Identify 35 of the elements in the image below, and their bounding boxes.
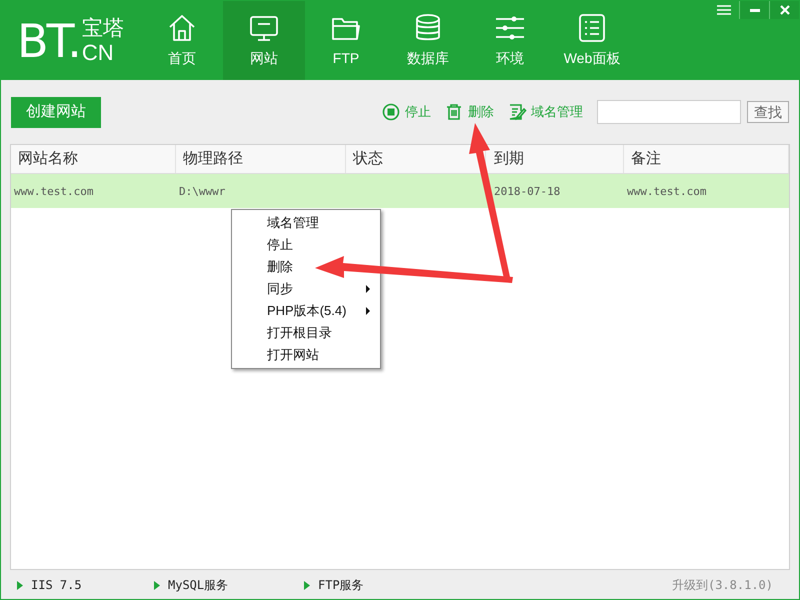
update-link[interactable]: 升级到(3.8.1.0) [672, 576, 773, 594]
menu-item[interactable]: 删除 [232, 256, 380, 278]
table-cell: www.test.com [14, 185, 94, 198]
menu-item[interactable]: PHP版本(5.4) [232, 300, 380, 322]
logo-text: CN [82, 40, 114, 64]
service-status: IIS 7.5 [31, 577, 82, 594]
nav-tab[interactable]: FTP [305, 1, 387, 80]
search-button[interactable]: 查找 [747, 101, 789, 123]
table-cell: www.test.com [627, 185, 706, 198]
menu-item[interactable]: 打开网站 [232, 344, 380, 366]
menu-item[interactable]: 停止 [232, 234, 380, 256]
nav-tab[interactable]: 数据库 [387, 1, 469, 80]
menu-item[interactable]: 打开根目录 [232, 322, 380, 344]
column-header: 网站名称 [18, 148, 78, 169]
toolbar-button[interactable]: 域名管理 [508, 102, 583, 122]
table-cell: D:\wwwr [179, 185, 226, 198]
toolbar-button[interactable]: 删除 [445, 102, 494, 122]
table-cell: 2018-07-18 [494, 185, 560, 198]
create-site-button[interactable]: 创建网站 [11, 96, 101, 128]
nav-tab[interactable]: 网站 [223, 1, 305, 80]
table-row[interactable]: www.test.com D:\wwwr 2018-07-18 www.test.com [11, 174, 789, 208]
column-header: 状态 [353, 148, 383, 169]
logo-text: BT. [17, 18, 80, 64]
column-header: 物理路径 [183, 148, 243, 169]
toolbar-button[interactable]: 停止 [382, 102, 431, 122]
service-status: MySQL服务 [168, 577, 228, 594]
logo-text: 宝塔 [82, 16, 124, 40]
service-status: FTP服务 [318, 577, 364, 594]
nav-tab[interactable]: Web面板 [551, 1, 633, 80]
nav-tab[interactable]: 环境 [469, 1, 551, 80]
column-header: 到期 [494, 148, 524, 169]
nav-tab[interactable]: 首页 [141, 1, 223, 80]
column-header: 备注 [631, 148, 661, 169]
menu-item[interactable]: 域名管理 [232, 212, 380, 234]
menu-item[interactable]: 同步 [232, 278, 380, 300]
